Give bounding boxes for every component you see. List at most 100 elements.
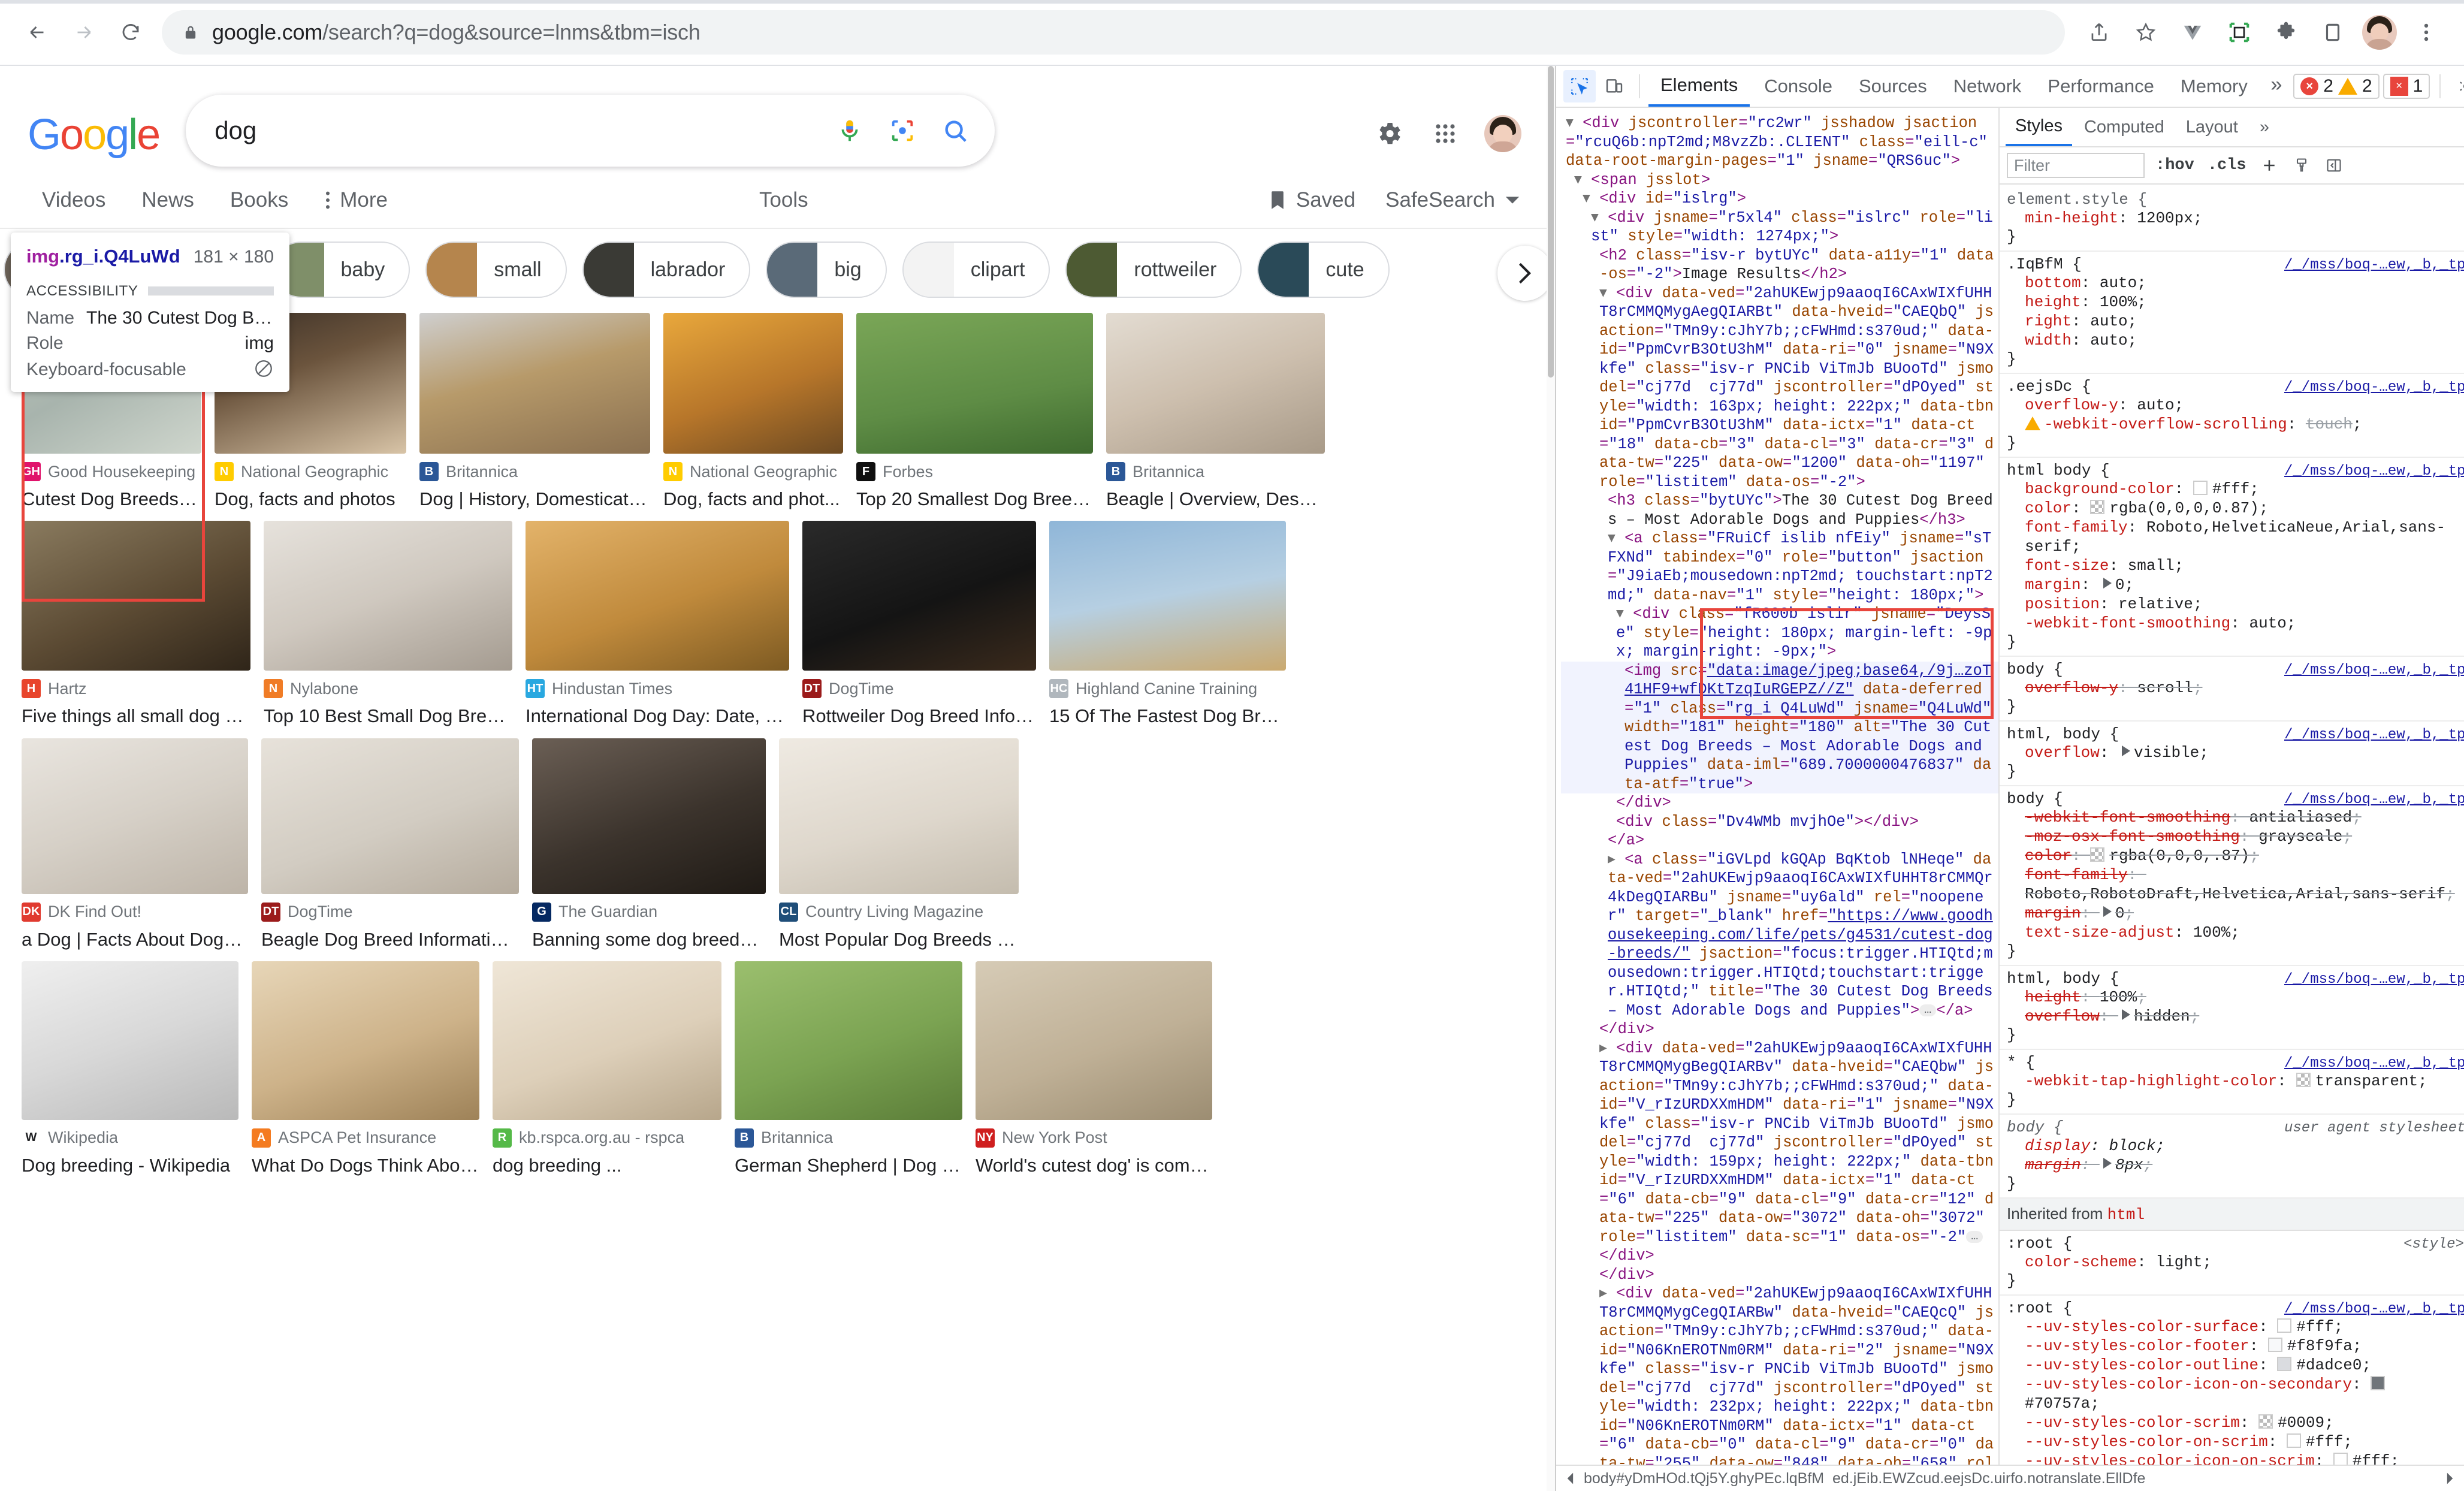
css-declaration[interactable]: --uv-styles-color-footer: #f8f9fa; <box>2007 1336 2464 1356</box>
dom-node-line[interactable]: <h2 class="isv-r bytUYc" data-a11y="1" d… <box>1561 246 1998 284</box>
microphone-icon[interactable] <box>834 115 865 146</box>
image-result-title[interactable]: Top 20 Smallest Dog Breeds – Forb... <box>856 487 1093 511</box>
css-value[interactable]: #fff <box>2212 480 2249 498</box>
google-account-avatar[interactable] <box>1484 115 1521 152</box>
expand-shorthand-icon[interactable] <box>2103 1158 2112 1169</box>
css-rule[interactable]: * {/_/mss/boq-…ew,_b,_tp:1 -webkit-tap-hi… <box>2000 1050 2464 1115</box>
dom-node-line[interactable]: <img src="data:image/jpeg;base64,/9j…zoT… <box>1561 661 1998 793</box>
collapse-triangle-icon[interactable]: ▸ <box>1608 851 1624 868</box>
cls-toggle[interactable]: .cls <box>2205 156 2249 174</box>
search-icon[interactable] <box>940 115 971 146</box>
tools-button[interactable]: Tools <box>759 188 808 212</box>
image-result-title[interactable]: 15 Of The Fastest Dog Breeds In Th... <box>1049 704 1286 728</box>
chevron-right-icon[interactable] <box>2442 1472 2456 1485</box>
dog-photo-yorkie[interactable] <box>22 521 250 671</box>
css-property[interactable]: --uv-styles-color-icon-on-secondary <box>2025 1375 2352 1393</box>
css-rule[interactable]: html, body {/_/mss/boq-…ew,_b,_tp:1 overf… <box>2000 722 2464 786</box>
expand-triangle-icon[interactable]: ▾ <box>1583 190 1599 207</box>
dom-node-line[interactable]: ▾ <div data-ved="2ahUKEwjp9aaoqI6CAxWIXf… <box>1561 284 1998 492</box>
forward-button[interactable] <box>62 11 105 54</box>
css-property[interactable]: overflow-y <box>2025 679 2118 697</box>
css-declaration[interactable]: bottom: auto; <box>2007 273 2464 292</box>
google-apps-grid-icon[interactable] <box>1428 116 1463 151</box>
more-tabs-icon[interactable]: » <box>2262 75 2291 98</box>
css-value[interactable]: auto <box>2100 274 2137 292</box>
image-result-card[interactable]: HT Hindustan Times International Dog Day: … <box>526 521 789 728</box>
css-value[interactable]: auto <box>2090 331 2127 349</box>
gear-icon[interactable] <box>1372 116 1406 151</box>
css-rule-origin[interactable]: /_/mss/boq-…ew,_b,_tp:1 <box>2284 257 2464 273</box>
error-warning-counter[interactable]: × 2 2 <box>2293 74 2380 99</box>
css-property[interactable]: font-family <box>2025 518 2128 536</box>
screen-capture-extension-icon[interactable] <box>2217 10 2261 55</box>
css-property[interactable]: margin <box>2025 1156 2081 1174</box>
dog-photo-border-collie[interactable] <box>663 313 843 454</box>
vue-devtools-extension-icon[interactable] <box>2170 10 2215 55</box>
image-result-title[interactable]: Top 10 Best Small Dog Breeds | ... <box>264 704 512 728</box>
reload-button[interactable] <box>109 11 152 54</box>
css-declaration[interactable]: height: 100%; <box>2007 292 2464 312</box>
css-value[interactable]: touch <box>2306 415 2353 433</box>
image-result-card[interactable]: DK DK Find Out! a Dog | Facts About Dogs |… <box>22 738 248 952</box>
css-property[interactable]: --uv-styles-color-footer <box>2025 1337 2249 1355</box>
css-value[interactable]: transparent <box>2315 1072 2418 1090</box>
dog-photo-german-shepherd[interactable] <box>419 313 650 454</box>
dom-tree-pane[interactable]: ▾ <div jscontroller="rc2wr" jsshadow jsa… <box>1556 108 2000 1465</box>
nav-tab-books[interactable]: Books <box>230 188 288 212</box>
inspect-element-icon[interactable] <box>1563 70 1596 102</box>
css-value[interactable]: antialiased <box>2249 808 2352 826</box>
chevron-left-icon[interactable] <box>1565 1472 1578 1485</box>
color-swatch[interactable] <box>2277 1357 2292 1371</box>
image-result-title[interactable]: Banning some dog breeds in the UK won't … <box>532 928 766 952</box>
color-swatch[interactable] <box>2286 1433 2301 1448</box>
chevron-right-icon[interactable] <box>1497 246 1553 301</box>
dog-photo-bichon-running[interactable] <box>856 313 1093 454</box>
css-value[interactable]: rgba(0,0,0,.87) <box>2109 847 2249 865</box>
color-swatch[interactable] <box>2090 847 2105 862</box>
css-value[interactable]: block <box>2109 1137 2155 1155</box>
saved-button[interactable]: Saved <box>1269 188 1355 212</box>
css-property[interactable]: right <box>2025 312 2072 330</box>
css-property[interactable]: font-size <box>2025 557 2109 575</box>
tab-console[interactable]: Console <box>1752 66 1844 107</box>
image-result-title[interactable]: Most Popular Dog Breeds — America's ... <box>779 928 1019 952</box>
dom-node-line[interactable]: <h3 class="bytUYc">The 30 Cutest Dog Bre… <box>1561 491 1998 529</box>
css-declaration[interactable]: overflow: hidden; <box>2007 1007 2464 1026</box>
image-result-card[interactable]: N National Geographic Dog, facts and phot.… <box>663 313 843 511</box>
dog-photo-fluffy-round-dog[interactable] <box>976 961 1212 1120</box>
css-rule-origin[interactable]: /_/mss/boq-…ew,_b,_tp:1 <box>2284 1055 2464 1072</box>
css-property[interactable]: background-color <box>2025 480 2175 498</box>
nav-tab-videos[interactable]: Videos <box>42 188 105 212</box>
related-chip[interactable]: baby <box>272 242 410 298</box>
color-swatch[interactable] <box>2296 1073 2311 1087</box>
dog-photo-beagle-lying[interactable] <box>261 738 519 894</box>
css-property[interactable]: -moz-osx-font-smoothing <box>2025 828 2240 846</box>
css-rule[interactable]: html, body {/_/mss/boq-…ew,_b,_tp:1 heigh… <box>2000 966 2464 1050</box>
image-result-card[interactable]: NY New York Post World's cutest dog' is co… <box>976 961 1212 1178</box>
css-rule-origin[interactable]: /_/mss/boq-…ew,_b,_tp:1 <box>2284 727 2464 743</box>
tab-sources[interactable]: Sources <box>1847 66 1939 107</box>
css-value[interactable]: 1200px <box>2137 209 2193 227</box>
related-chip[interactable]: clipart <box>902 242 1050 298</box>
image-result-title[interactable]: What Do Dogs Think About? Inside t... <box>252 1154 479 1178</box>
image-result-title[interactable]: Beagle | Overview, Descriptio... <box>1106 487 1325 511</box>
css-value[interactable]: light <box>2155 1253 2202 1271</box>
css-value[interactable]: #f8f9fa <box>2287 1337 2353 1355</box>
collapse-triangle-icon[interactable]: ▸ <box>1599 1285 1616 1302</box>
css-rule[interactable]: :root {/_/mss/boq-…ew,_b,_tp:1 --uv-style… <box>2000 1296 2464 1465</box>
css-declaration[interactable]: font-family: Roboto,HelveticaNeue,Arial,… <box>2007 518 2464 556</box>
css-declaration[interactable]: margin: 8px; <box>2007 1155 2464 1175</box>
google-logo[interactable]: Google <box>28 110 161 159</box>
css-declaration[interactable]: -webkit-font-smoothing: auto; <box>2007 614 2464 633</box>
css-declaration[interactable]: overflow-y: auto; <box>2007 396 2464 415</box>
css-value[interactable]: auto <box>2090 312 2127 330</box>
css-property[interactable]: margin <box>2025 576 2081 594</box>
css-property[interactable]: min-height <box>2025 209 2118 227</box>
dom-node-line[interactable]: ▸ <div data-ved="2ahUKEwjp9aaoqI6CAxWIXf… <box>1561 1284 1998 1465</box>
css-property[interactable]: --uv-styles-color-outline <box>2025 1356 2258 1374</box>
css-value[interactable]: #fff <box>2296 1318 2333 1336</box>
dom-node-line[interactable]: </div> <box>1561 793 1998 813</box>
css-declaration[interactable]: color: rgba(0,0,0,.87); <box>2007 846 2464 865</box>
image-result-title[interactable]: Five things all small dog owne... <box>22 704 250 728</box>
device-toolbar-icon[interactable] <box>1598 70 1630 102</box>
